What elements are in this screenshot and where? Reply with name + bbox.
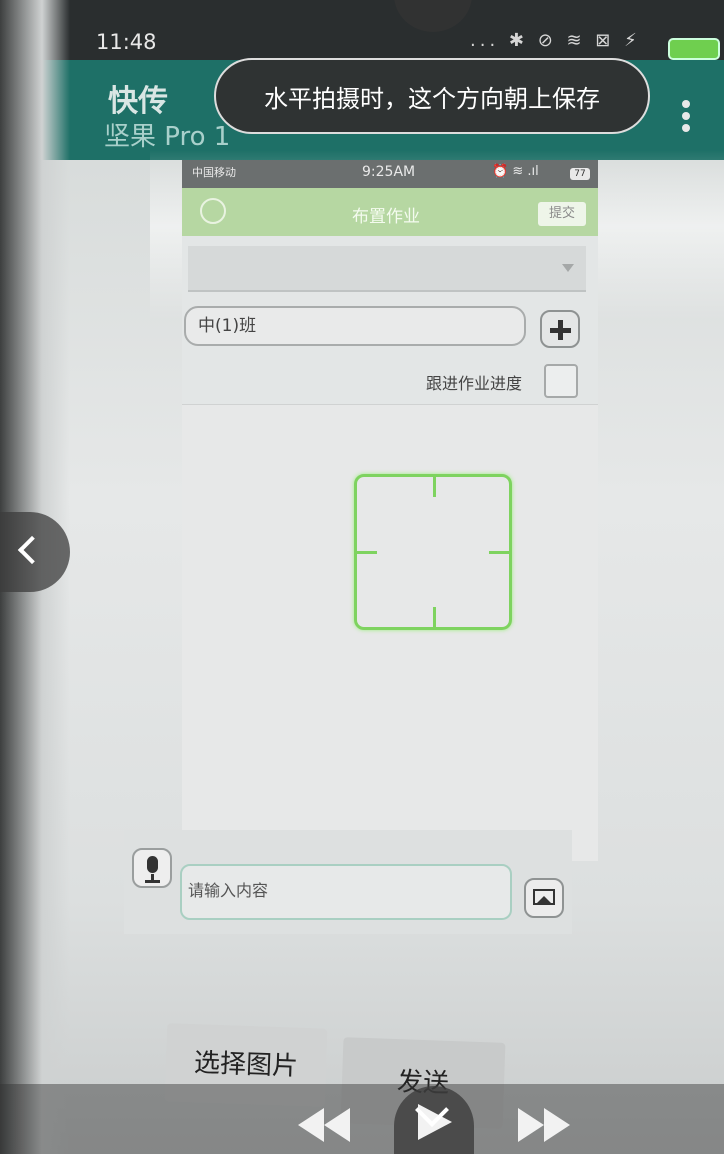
subject-dropdown[interactable]: [188, 246, 586, 292]
inner-nav-bar: 布置作业 提交: [182, 188, 598, 236]
app-title: 快传: [108, 84, 168, 119]
orientation-toast: 水平拍摄时，这个方向朝上保存: [214, 58, 650, 134]
follow-progress-label: 跟进作业进度: [426, 374, 523, 393]
fast-forward-icon[interactable]: [518, 1108, 570, 1142]
inner-status-icons: ⏰ ≋ .ıl: [492, 164, 539, 179]
photographed-phone-screen: 11:48 ... ✱ ⊘ ≋ ⊠ ⚡ 快传 坚果 Pro 1 中国移动 9:2…: [0, 0, 724, 1154]
content-input[interactable]: 请输入内容: [180, 864, 512, 920]
inner-time: 9:25AM: [362, 164, 416, 180]
inner-carrier: 中国移动: [192, 166, 236, 179]
add-class-button[interactable]: [540, 310, 580, 348]
camera-focus-frame: [354, 474, 512, 630]
image-icon[interactable]: [524, 878, 564, 918]
viewer-control-bar: [0, 1084, 724, 1154]
microphone-icon[interactable]: [132, 848, 172, 888]
class-field[interactable]: 中(1)班: [184, 306, 526, 346]
inner-battery-icon: 77: [570, 168, 590, 180]
battery-icon: [668, 38, 720, 60]
more-menu-icon[interactable]: [678, 100, 694, 136]
rewind-icon[interactable]: [298, 1108, 350, 1142]
follow-progress-checkbox[interactable]: [544, 364, 578, 398]
chevron-down-icon: [562, 264, 574, 272]
inner-status-bar: 中国移动 9:25AM ⏰ ≋ .ıl 77: [182, 160, 598, 188]
status-icons: ... ✱ ⊘ ≋ ⊠ ⚡: [470, 30, 641, 51]
back-icon[interactable]: [200, 198, 226, 224]
device-name: 坚果 Pro 1: [104, 122, 231, 152]
inner-nav-title: 布置作业: [352, 207, 420, 227]
status-time: 11:48: [96, 30, 157, 54]
inner-input-bar: 请输入内容: [124, 830, 572, 934]
submit-button[interactable]: 提交: [538, 202, 586, 226]
homework-content-area[interactable]: [182, 404, 598, 861]
